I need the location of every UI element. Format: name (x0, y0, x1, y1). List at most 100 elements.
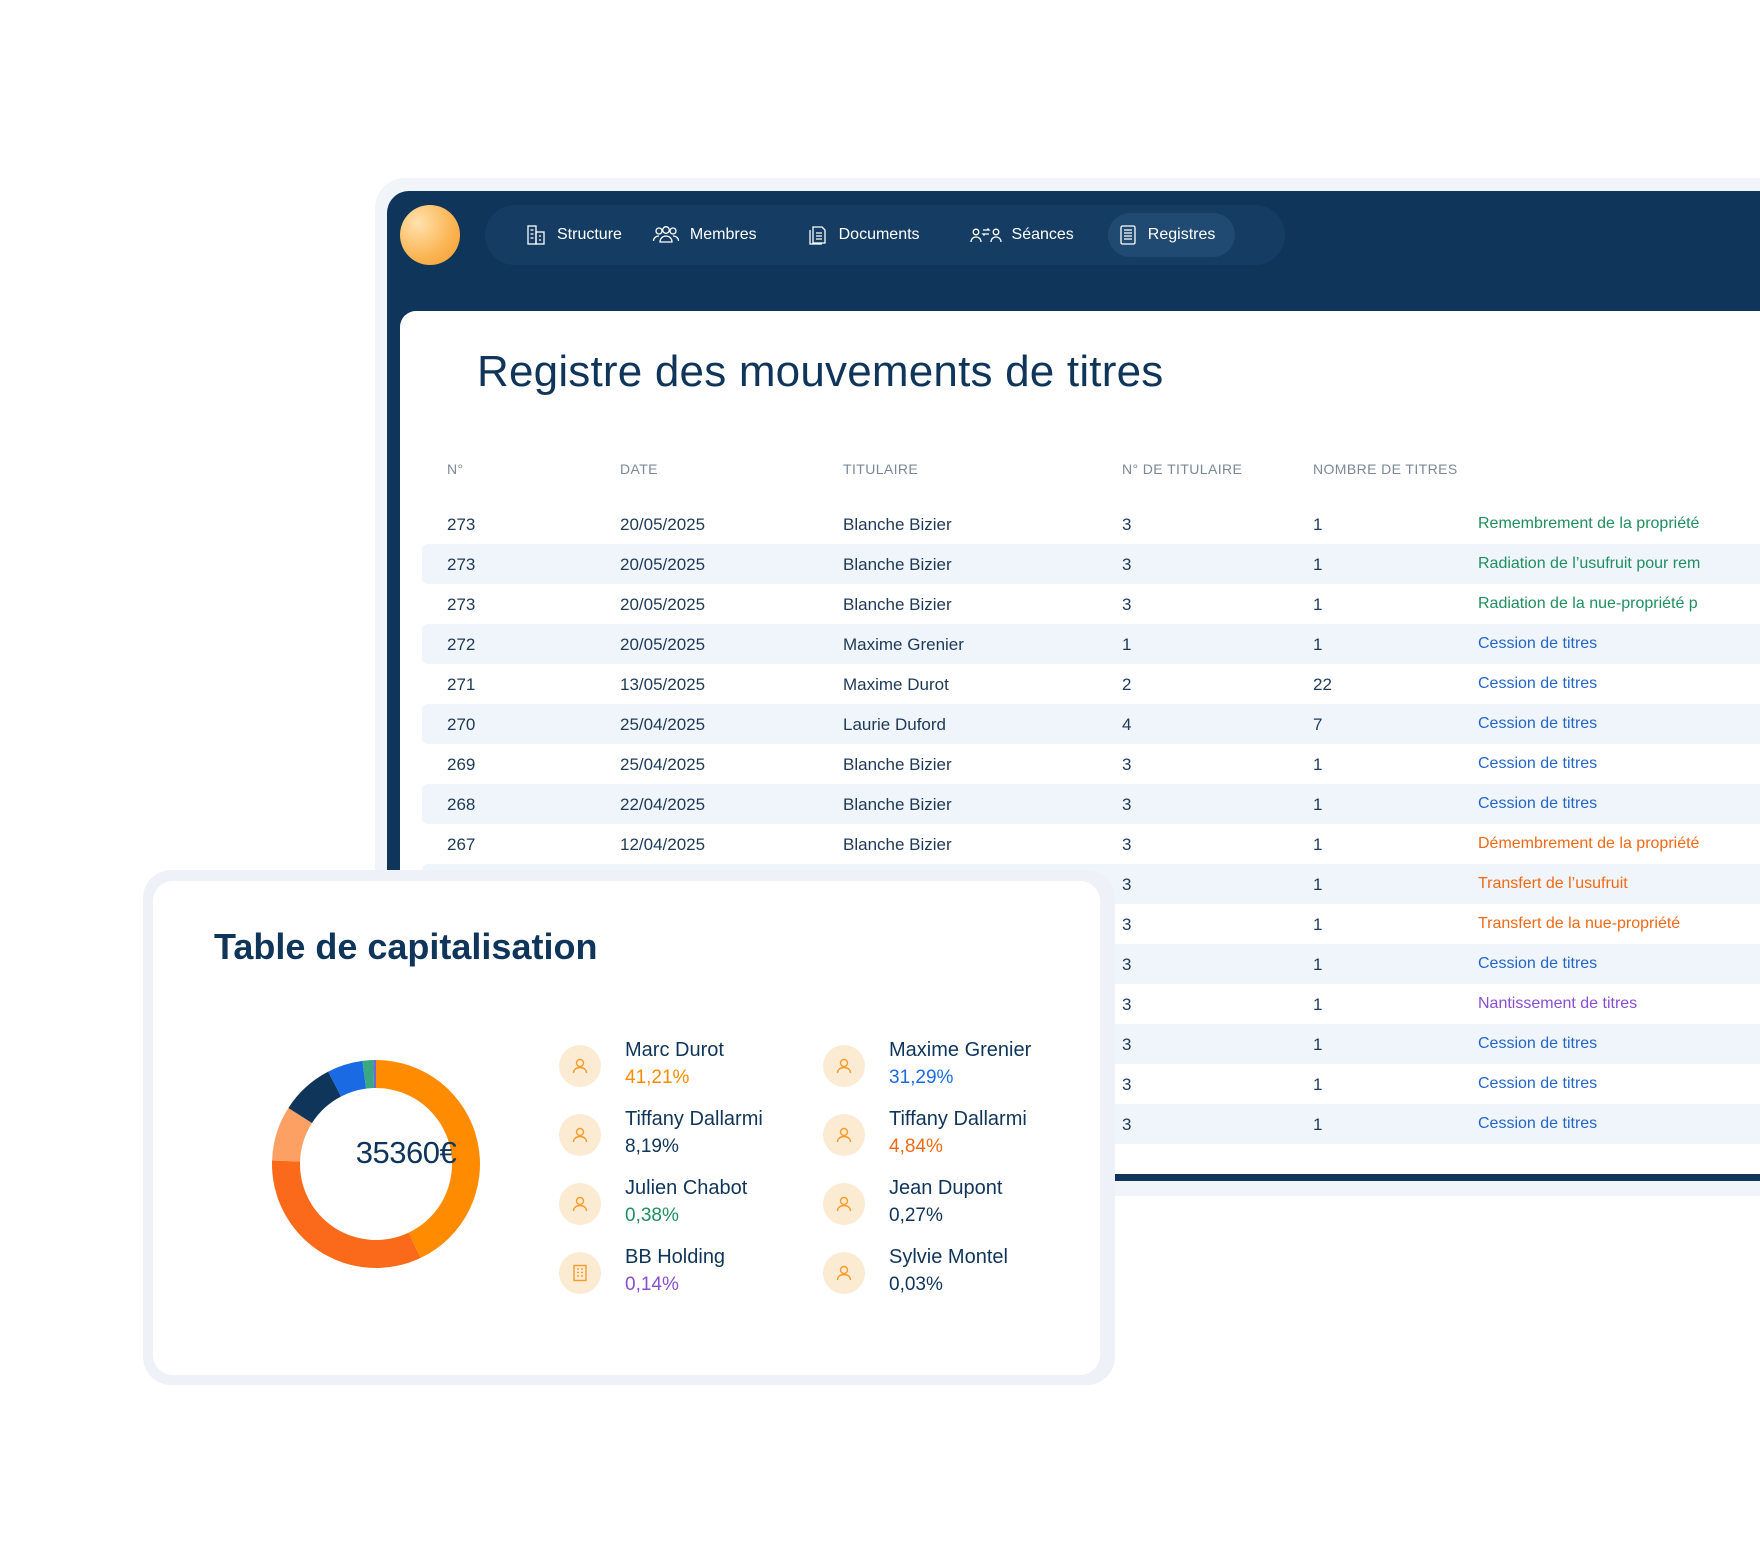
cell-operation[interactable]: Cession de titres (1478, 635, 1597, 653)
nav-item-seances[interactable]: Séances (960, 213, 1094, 257)
table-row[interactable]: 273 20/05/2025 Blanche Bizier 3 1 Radiation d… (422, 584, 1760, 624)
cell-operation[interactable]: Cession de titres (1478, 1075, 1597, 1093)
user-icon (823, 1114, 865, 1156)
cell-holder-num: 3 (1122, 755, 1132, 774)
cell-operation[interactable]: Nantissement de titres (1478, 995, 1637, 1013)
cell-date: 25/04/2025 (620, 715, 706, 734)
cell-holder-num: 3 (1122, 595, 1132, 614)
register-icon (1118, 224, 1138, 246)
nav-item-membres[interactable]: Membres (642, 213, 777, 257)
cell-holder-num: 3 (1122, 1075, 1132, 1094)
holder-item[interactable]: Marc Durot 41,21% (559, 1039, 819, 1099)
cell-operation[interactable]: Démembrement de la propriété (1478, 835, 1699, 853)
cell-count: 1 (1313, 515, 1323, 534)
cell-operation[interactable]: Cession de titres (1478, 1035, 1597, 1053)
user-icon (823, 1183, 865, 1225)
cell-num: 273 (447, 555, 476, 574)
nav-label-seances: Séances (1011, 226, 1074, 243)
nav-label-registres: Registres (1147, 226, 1216, 243)
cell-operation[interactable]: Transfert de l’usufruit (1478, 875, 1628, 893)
holder-percentage: 0,14% (625, 1274, 679, 1295)
app-logo[interactable] (400, 205, 460, 265)
column-header-holder-num: N° DE TITULAIRE (1122, 461, 1243, 477)
holder-item[interactable]: Julien Chabot 0,38% (559, 1177, 819, 1237)
cell-num: 270 (447, 715, 476, 734)
cell-count: 1 (1313, 595, 1323, 614)
cell-date: 12/04/2025 (620, 835, 706, 854)
cell-holder-num: 3 (1122, 875, 1132, 894)
column-header-holder: TITULAIRE (843, 461, 919, 477)
table-row[interactable]: 268 22/04/2025 Blanche Bizier 3 1 Cession de … (422, 784, 1760, 824)
holder-name: Tiffany Dallarmi (625, 1108, 763, 1130)
cell-date: 13/05/2025 (620, 675, 706, 694)
cell-operation[interactable]: Cession de titres (1478, 675, 1597, 693)
column-header-count: NOMBRE DE TITRES (1313, 461, 1458, 477)
cell-operation[interactable]: Cession de titres (1478, 715, 1597, 733)
cell-operation[interactable]: Cession de titres (1478, 1115, 1597, 1133)
nav-item-structure[interactable]: Structure (515, 213, 642, 257)
cell-count: 1 (1313, 835, 1323, 854)
cell-holder: Blanche Bizier (843, 595, 952, 614)
main-nav: Structure Membres Documents Séances Regi… (485, 205, 1285, 265)
cell-date: 25/04/2025 (620, 755, 706, 774)
holder-item[interactable]: Tiffany Dallarmi 4,84% (823, 1108, 1083, 1168)
documents-icon (807, 224, 829, 246)
users-icon (652, 225, 680, 245)
cell-holder-num: 3 (1122, 995, 1132, 1014)
cell-holder: Blanche Bizier (843, 835, 952, 854)
cell-holder-num: 3 (1122, 1035, 1132, 1054)
cell-holder-num: 4 (1122, 715, 1132, 734)
cell-count: 1 (1313, 795, 1323, 814)
cell-date: 22/04/2025 (620, 795, 706, 814)
nav-item-registres[interactable]: Registres (1107, 213, 1236, 257)
table-row[interactable]: 269 25/04/2025 Blanche Bizier 3 1 Cession de … (422, 744, 1760, 784)
holder-item[interactable]: Sylvie Montel 0,03% (823, 1246, 1083, 1306)
holder-name: Tiffany Dallarmi (889, 1108, 1027, 1130)
cell-holder-num: 1 (1122, 635, 1132, 654)
donut-slice[interactable] (272, 1160, 421, 1268)
cell-count: 1 (1313, 555, 1323, 574)
cell-operation[interactable]: Radiation de l’usufruit pour rem (1478, 555, 1700, 573)
cell-operation[interactable]: Remembrement de la propriété (1478, 515, 1699, 533)
cell-holder-num: 3 (1122, 555, 1132, 574)
cell-count: 7 (1313, 715, 1323, 734)
table-row[interactable]: 271 13/05/2025 Maxime Durot 2 22 Cession de t… (422, 664, 1760, 704)
holder-item[interactable]: Maxime Grenier 31,29% (823, 1039, 1083, 1099)
nav-label-membres: Membres (689, 226, 757, 243)
cell-count: 1 (1313, 635, 1323, 654)
cell-holder: Blanche Bizier (843, 515, 952, 534)
cell-num: 272 (447, 635, 476, 654)
cell-num: 268 (447, 795, 476, 814)
cell-holder: Maxime Grenier (843, 635, 964, 654)
cell-holder-num: 3 (1122, 1115, 1132, 1134)
building-icon (559, 1252, 601, 1294)
holder-item[interactable]: Tiffany Dallarmi 8,19% (559, 1108, 819, 1168)
building-icon (525, 224, 547, 246)
nav-item-documents[interactable]: Documents (797, 213, 940, 257)
cap-table-title: Table de capitalisation (214, 926, 598, 967)
table-row[interactable]: 267 12/04/2025 Blanche Bizier 3 1 Démembremen… (422, 824, 1760, 864)
table-row[interactable]: 270 25/04/2025 Laurie Duford 4 7 Cession de t… (422, 704, 1760, 744)
cell-operation[interactable]: Transfert de la nue-propriété (1478, 915, 1680, 933)
cell-count: 1 (1313, 1035, 1323, 1054)
holder-item[interactable]: Jean Dupont 0,27% (823, 1177, 1083, 1237)
holder-percentage: 41,21% (625, 1067, 690, 1088)
cell-holder-num: 3 (1122, 795, 1132, 814)
nav-label-structure: Structure (557, 226, 622, 243)
table-row[interactable]: 273 20/05/2025 Blanche Bizier 3 1 Remembremen… (422, 504, 1760, 544)
cap-table-card: Table de capitalisation 35360€ Marc Duro… (153, 881, 1100, 1375)
cell-operation[interactable]: Cession de titres (1478, 955, 1597, 973)
cell-holder: Laurie Duford (843, 715, 947, 734)
cell-operation[interactable]: Cession de titres (1478, 795, 1597, 813)
table-row[interactable]: 272 20/05/2025 Maxime Grenier 1 1 Cession de … (422, 624, 1760, 664)
cell-holder: Maxime Durot (843, 675, 949, 694)
nav-label-documents: Documents (838, 226, 920, 243)
table-row[interactable]: 273 20/05/2025 Blanche Bizier 3 1 Radiation d… (422, 544, 1760, 584)
cell-operation[interactable]: Radiation de la nue-propriété p (1478, 595, 1698, 613)
cell-date: 20/05/2025 (620, 515, 706, 534)
holder-item[interactable]: BB Holding 0,14% (559, 1246, 819, 1306)
cell-num: 267 (447, 835, 476, 854)
holder-percentage: 4,84% (889, 1136, 943, 1157)
cell-operation[interactable]: Cession de titres (1478, 755, 1597, 773)
holder-name: Julien Chabot (625, 1177, 748, 1199)
